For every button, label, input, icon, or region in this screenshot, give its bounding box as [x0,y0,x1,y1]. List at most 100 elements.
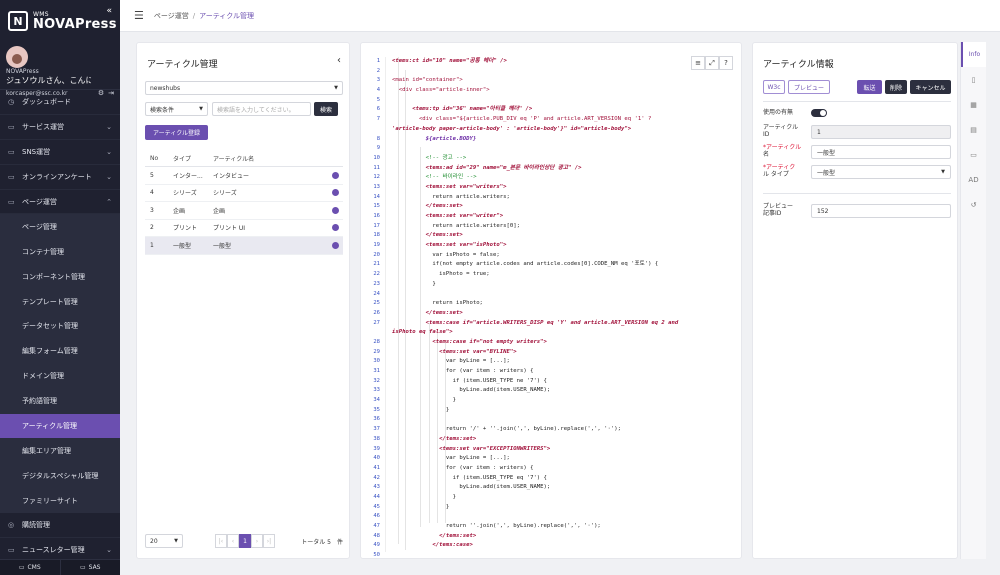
line-number: 9 [376,145,380,152]
line-number: 10 [373,154,380,161]
chevron-left-icon[interactable]: ‹ [337,55,341,66]
label-line: 記事ID [763,210,782,218]
line-number: 12 [373,174,380,181]
table-row[interactable]: 3 企画 企画 [145,202,343,220]
sidebar-item[interactable]: ▭ SNS運営 ⌄ [0,140,120,165]
code-line: byLine.add(item.USER_NAME); [392,387,551,394]
calculator-icon[interactable]: ▦ [961,92,986,117]
sidebar-item[interactable]: ◷ ダッシュボード [0,90,120,115]
search-placeholder: 検索語を入力してください。 [217,106,295,114]
register-article-button[interactable]: アーティクル登録 [145,125,208,140]
chevron-icon: ⌃ [106,197,112,206]
side-rail: Info ▯ ▦ ▤ ▭ AD ↺ [960,42,986,559]
label-line: ID [763,131,770,139]
sidebar-item[interactable]: ドメイン管理 [0,363,120,389]
help-icon[interactable]: ? [719,56,733,70]
cell-type: インター... [173,172,203,180]
sidebar-item[interactable]: ▭ サービス運営 ⌄ [0,115,120,140]
sidebar-item[interactable]: コンテナ管理 [0,239,120,265]
line-number: 44 [373,493,380,500]
line-number: 47 [373,523,380,529]
sidebar-item[interactable]: デジタルスペシャル管理 [0,463,120,489]
delete-button[interactable]: 削除 [885,80,907,94]
code-line: <tems:set var="writer"> [392,213,504,219]
article-type-select[interactable]: 一般型 ▼ [811,165,951,179]
code-line: } [392,397,456,404]
cancel-button[interactable]: キャンセル [910,80,951,94]
menu-icon: ▭ [8,122,15,131]
ad-tab[interactable]: AD [961,167,986,192]
id-card-icon[interactable]: ▭ [961,142,986,167]
table-row[interactable]: 2 プリント プリント UI [145,220,343,237]
line-number: 34 [373,397,380,404]
menu-icon[interactable]: ☰ [134,9,144,22]
first-page-button[interactable]: |‹ [215,534,227,548]
cell-type: 企画 [173,207,186,215]
menu-icon: ◎ [8,521,15,530]
line-number: 42 [373,474,380,481]
site-select[interactable]: newshubs ▼ [145,81,343,95]
code-line: </tems:set> [392,309,463,316]
user-profile: NOVAPress ジュソウルさん、こんにちは korcasper@ssc.co… [0,42,120,97]
w3c-button[interactable]: W3c [763,80,785,94]
logo[interactable]: N WMS NOVAPress « [0,0,120,42]
document-icon[interactable]: ▯ [961,67,986,92]
code-token: id="36" name="아티클 헤더" /> [439,106,533,113]
history-icon[interactable]: ↺ [961,192,986,217]
sidebar-item[interactable]: テンプレート管理 [0,289,120,315]
page-size-select[interactable]: 20 ▼ [145,534,183,548]
line-number: 37 [373,426,380,433]
code-line: 'article-body paper-article-body' : 'art… [392,125,632,132]
menu-icon: ▭ [8,545,15,554]
search-condition-select[interactable]: 検索条件 ▼ [145,102,208,116]
sidebar-item[interactable]: 編集フォーム管理 [0,338,120,364]
last-page-button[interactable]: ›| [263,534,275,548]
label-line: 名 [763,151,770,159]
cms-switch[interactable]: ▭ CMS [0,560,61,575]
breadcrumb-parent[interactable]: ページ運営 [154,12,189,20]
sidebar-item-label: オンラインアンケート [22,172,92,181]
page-button-current[interactable]: 1 [239,534,251,548]
book-icon[interactable]: ▤ [961,117,986,142]
sas-switch[interactable]: ▭ SAS [61,560,121,575]
sidebar-item[interactable]: コンポーネント管理 [0,264,120,290]
search-button[interactable]: 検索 [314,102,338,116]
use-toggle[interactable] [811,109,827,117]
collapse-sidebar-icon[interactable]: « [106,6,112,16]
sidebar-item[interactable]: ページ管理 [0,214,120,240]
code-content[interactable]: <tems:ct id="10" name="공통 헤더" /> <main i… [392,57,712,551]
article-name-field[interactable]: 一般型 [811,145,951,159]
table-row[interactable]: 5 インター... インタビュー [145,167,343,185]
table-row[interactable]: 1 一般型 一般型 [145,237,343,255]
column-name: アーティクル名 [213,156,255,163]
sidebar-item[interactable]: アーティクル管理 [0,413,120,439]
preview-button[interactable]: プレビュー [788,80,830,94]
search-input[interactable]: 検索語を入力してください。 [212,102,311,116]
code-line: byLine.add(item.USER_NAME); [392,484,551,491]
sidebar-item-label: コンテナ管理 [22,247,64,256]
next-page-button[interactable]: › [251,534,263,548]
prev-page-button[interactable]: ‹ [227,534,239,548]
monitor-icon: ▭ [18,564,25,571]
sidebar-item[interactable]: ▭ ページ運営 ⌃ [0,190,120,215]
code-line: <tems:set var="isPhoto"> [392,242,507,249]
table-row[interactable]: 4 シリーズ シリーズ [145,185,343,202]
transfer-button[interactable]: 転送 [857,80,882,94]
chevron-down-icon: ▼ [334,85,338,91]
code-line: for (var item : writers) { [392,464,534,471]
code-line: <tems:set var="BYLINE"> [392,348,517,355]
sidebar-item[interactable]: ファミリーサイト [0,488,120,514]
sidebar-item[interactable]: 予約語管理 [0,388,120,414]
sidebar-item[interactable]: データセット管理 [0,314,120,339]
preview-id-field[interactable]: 152 [811,204,951,218]
sidebar-item-label: アーティクル管理 [22,422,77,431]
breadcrumb-separator: / [192,11,196,20]
line-number: 36 [373,416,380,423]
code-line: for (var item : writers) { [392,368,534,374]
sidebar-item[interactable]: ◎ 購読管理 [0,513,120,539]
sidebar-item[interactable]: 編集エリア管理 [0,438,120,464]
cell-type: プリント [173,225,198,233]
info-tab[interactable]: Info [961,42,986,67]
cell-type: シリーズ [173,190,197,198]
sidebar-item[interactable]: ▭ オンラインアンケート ⌄ [0,165,120,190]
